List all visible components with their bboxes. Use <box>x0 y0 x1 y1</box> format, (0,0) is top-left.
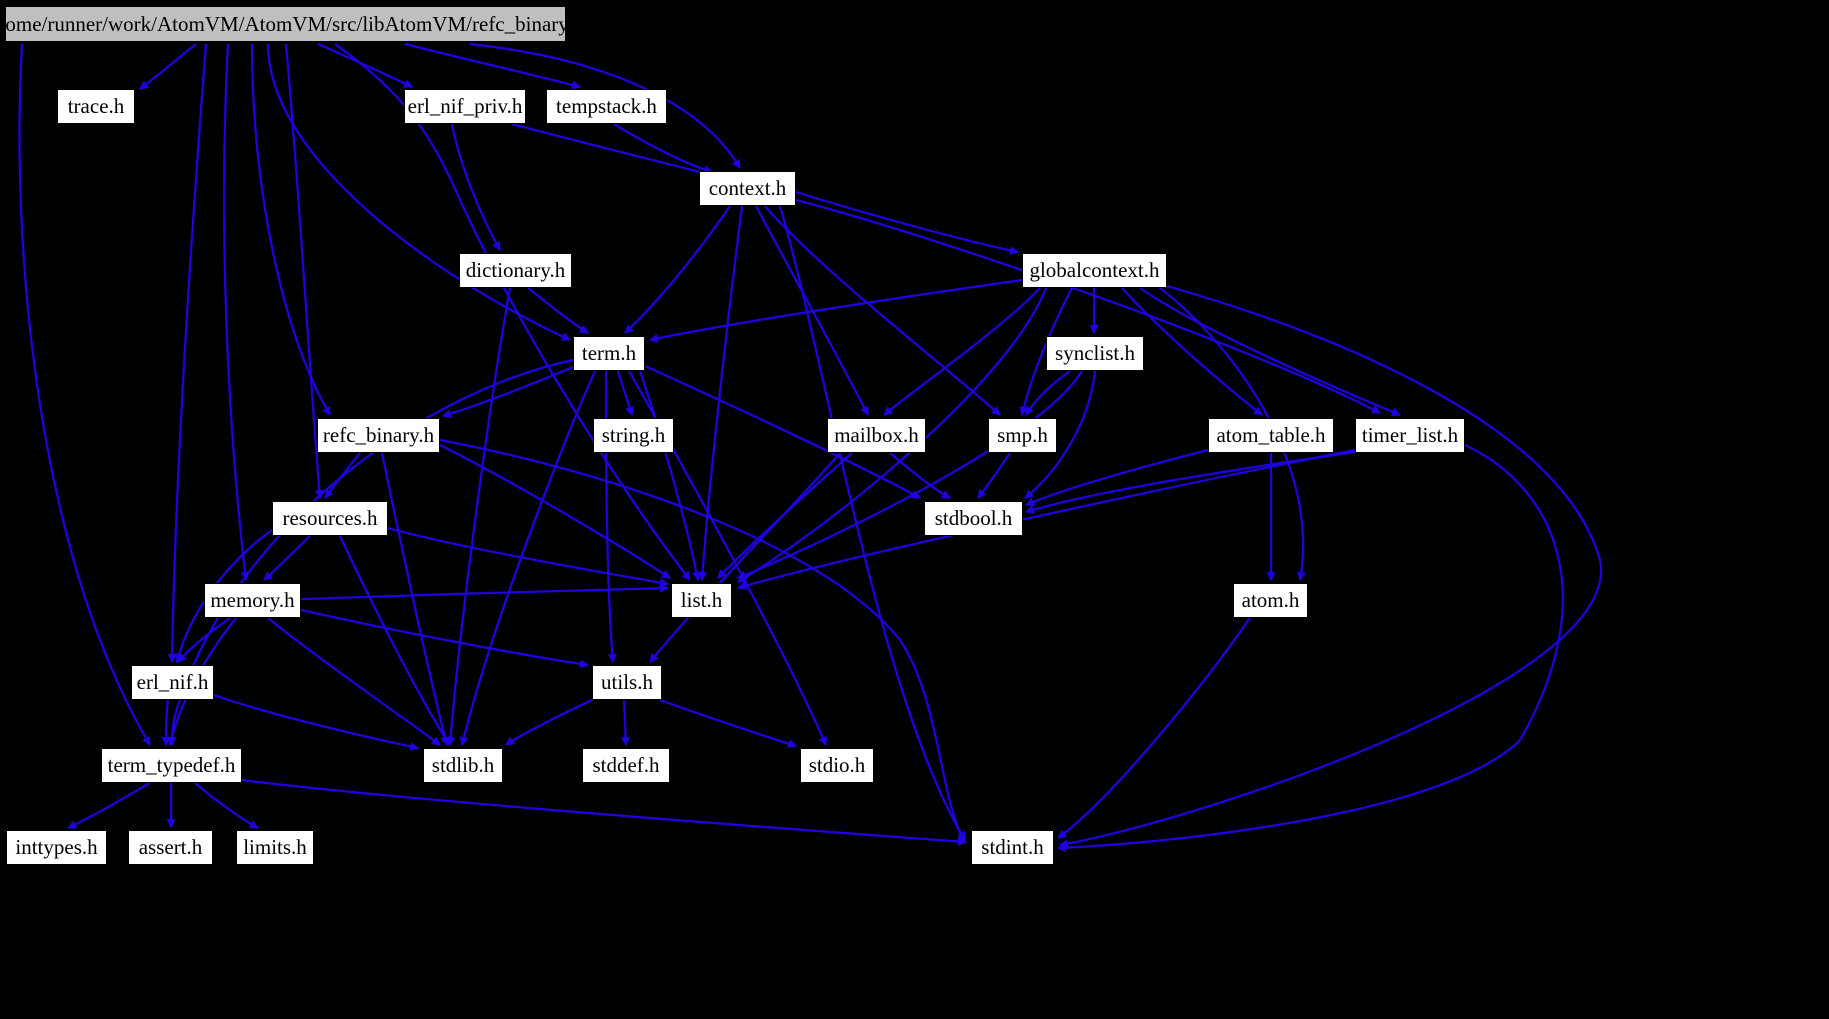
node-label: stdint.h <box>981 835 1044 859</box>
node-label: stdio.h <box>808 753 866 777</box>
node-label: string.h <box>601 423 666 447</box>
node-label: utils.h <box>601 670 653 694</box>
node-list-h[interactable]: list.h <box>671 583 732 618</box>
node-smp-h[interactable]: smp.h <box>988 418 1057 453</box>
node-inttypes-h[interactable]: inttypes.h <box>6 830 107 865</box>
node-label: trace.h <box>67 94 125 118</box>
node-label: assert.h <box>138 835 203 859</box>
node-mailbox-h[interactable]: mailbox.h <box>827 418 926 453</box>
node-assert-h[interactable]: assert.h <box>128 830 213 865</box>
node-synclist-h[interactable]: synclist.h <box>1046 336 1144 371</box>
node-label: list.h <box>680 588 723 612</box>
node-term-typedef-h[interactable]: term_typedef.h <box>101 748 242 783</box>
node-label: /home/runner/work/AtomVM/AtomVM/src/libA… <box>0 11 582 36</box>
node-stdbool-h[interactable]: stdbool.h <box>924 501 1023 536</box>
include-dependency-graph: /home/runner/work/AtomVM/AtomVM/src/libA… <box>0 0 1829 1019</box>
node-label: globalcontext.h <box>1029 258 1160 282</box>
node-root-file[interactable]: /home/runner/work/AtomVM/AtomVM/src/libA… <box>0 6 582 42</box>
node-label: context.h <box>708 176 787 200</box>
node-label: memory.h <box>210 588 295 612</box>
node-label: refc_binary.h <box>322 423 435 447</box>
node-erl-nif-priv-h[interactable]: erl_nif_priv.h <box>404 89 526 124</box>
node-label: stdbool.h <box>934 506 1013 530</box>
node-label: atom_table.h <box>1216 423 1326 447</box>
node-label: resources.h <box>282 506 378 530</box>
node-label: limits.h <box>243 835 307 859</box>
node-dictionary-h[interactable]: dictionary.h <box>459 253 572 288</box>
node-stddef-h[interactable]: stddef.h <box>582 748 670 783</box>
node-label: synclist.h <box>1055 341 1135 365</box>
node-term-h[interactable]: term.h <box>573 336 645 371</box>
node-string-h[interactable]: string.h <box>593 418 674 453</box>
node-context-h[interactable]: context.h <box>699 171 796 206</box>
node-stdint-h[interactable]: stdint.h <box>971 830 1054 865</box>
node-label: dictionary.h <box>465 258 566 282</box>
node-stdlib-h[interactable]: stdlib.h <box>423 748 503 783</box>
node-label: term.h <box>581 341 637 365</box>
node-globalcontext-h[interactable]: globalcontext.h <box>1022 253 1167 288</box>
node-timer-list-h[interactable]: timer_list.h <box>1355 418 1465 453</box>
node-refc-binary-h[interactable]: refc_binary.h <box>317 418 440 453</box>
node-label: erl_nif_priv.h <box>407 94 523 118</box>
node-label: inttypes.h <box>15 835 98 859</box>
node-memory-h[interactable]: memory.h <box>204 583 301 618</box>
node-atom-h[interactable]: atom.h <box>1233 583 1308 618</box>
node-label: stdlib.h <box>431 753 495 777</box>
node-label: smp.h <box>997 423 1048 447</box>
node-resources-h[interactable]: resources.h <box>272 501 388 536</box>
node-tempstack-h[interactable]: tempstack.h <box>546 89 667 124</box>
node-label: tempstack.h <box>556 94 657 118</box>
node-erl-nif-h[interactable]: erl_nif.h <box>131 665 214 700</box>
node-stdio-h[interactable]: stdio.h <box>800 748 874 783</box>
node-atom-table-h[interactable]: atom_table.h <box>1208 418 1334 453</box>
node-label: erl_nif.h <box>136 670 209 694</box>
node-trace-h[interactable]: trace.h <box>57 89 135 124</box>
node-label: term_typedef.h <box>107 753 236 777</box>
node-limits-h[interactable]: limits.h <box>236 830 314 865</box>
node-label: stddef.h <box>592 753 660 777</box>
node-label: atom.h <box>1241 588 1300 612</box>
node-label: mailbox.h <box>834 423 919 447</box>
node-utils-h[interactable]: utils.h <box>592 665 662 700</box>
node-label: timer_list.h <box>1361 423 1459 447</box>
